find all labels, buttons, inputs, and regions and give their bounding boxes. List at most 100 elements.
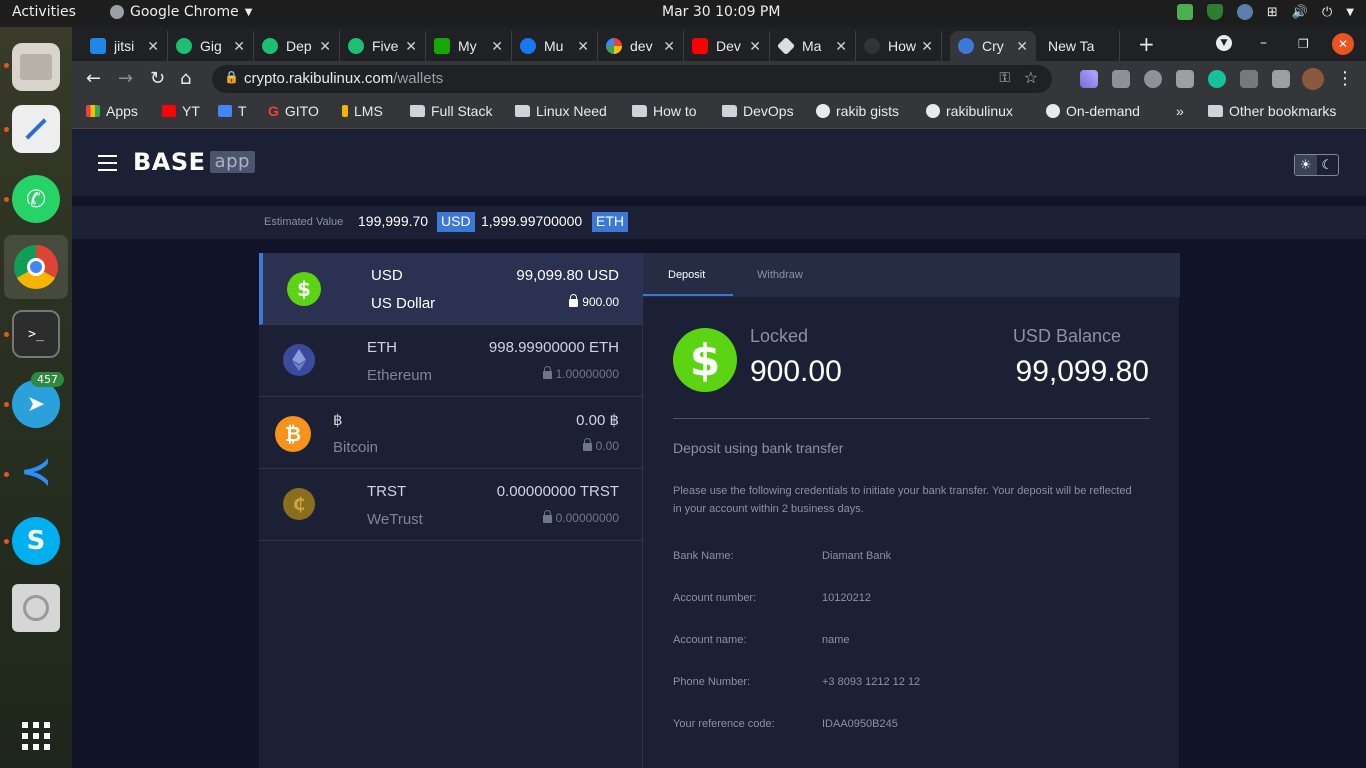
bookmark-on-demand[interactable]: On-demand [1046,103,1140,119]
tab-withdraw[interactable]: Withdraw [757,269,803,281]
wallet-row-trst[interactable]: ₵ TRST WeTrust 0.00000000 TRST 0.0000000… [259,469,642,541]
address-bar[interactable]: 🔒 crypto.rakibulinux.com/wallets ⚿ ☆ [212,65,1052,93]
browser-tab[interactable]: New Ta [1040,31,1120,61]
browser-tab[interactable]: How ✕ [856,31,942,61]
close-icon[interactable]: ✕ [921,38,933,55]
globe-icon[interactable] [1144,70,1162,88]
browser-tab-active[interactable]: Cry ✕ [950,31,1036,61]
field-value-account-name[interactable]: name [822,634,850,646]
close-icon[interactable]: ✕ [835,38,847,55]
security-icon[interactable] [1206,4,1223,20]
wallet-row-eth[interactable]: ETH Ethereum 998.99900000 ETH 1.00000000 [259,325,642,397]
bookmark-folder-how-to[interactable]: How to [632,103,697,119]
disk-icon[interactable] [12,584,60,632]
volume-icon[interactable]: 🔊 [1292,5,1308,20]
vscode-icon[interactable]: ≺ [12,447,60,495]
browser-tab[interactable]: Gig ✕ [168,31,254,61]
puzzle-icon[interactable] [1272,70,1290,88]
bookmark-star-icon[interactable]: ☆ [1024,68,1038,88]
browser-tab[interactable]: Ma ✕ [770,31,856,61]
close-icon[interactable]: ✕ [319,38,331,55]
lock-icon[interactable]: 🔒 [224,70,239,84]
avatar[interactable] [1302,68,1324,90]
theme-toggle[interactable]: ☀ ☾ [1294,154,1339,176]
grammarly-icon[interactable] [1208,70,1226,88]
app-logo[interactable]: BASE app [133,148,255,176]
tab-deposit[interactable]: Deposit [668,269,705,281]
tab-favicon-icon [176,38,192,54]
home-icon[interactable]: ⌂ [180,68,191,89]
browser-tab[interactable]: Five ✕ [340,31,426,61]
close-icon[interactable]: ✕ [491,38,503,55]
bookmarks-overflow-button[interactable]: » [1176,103,1184,119]
wallet-locked: 900.00 [569,294,619,309]
wallet-list: $ USD US Dollar 99,099.80 USD 900.00 ETH… [259,253,642,768]
new-tab-button[interactable]: + [1138,32,1155,56]
key-icon[interactable]: ⚿ [999,69,1010,86]
bookmark-lms[interactable]: LMS [342,103,383,119]
bookmark-yt[interactable]: YT [162,103,200,119]
field-value-account-number[interactable]: 10120212 [822,592,871,604]
text-editor-icon[interactable] [12,105,60,153]
browser-tab[interactable]: Dev ✕ [684,31,770,61]
extension-feather-icon[interactable] [1080,70,1098,88]
weather-icon[interactable] [1236,4,1253,20]
sun-icon[interactable]: ☀ [1295,155,1317,175]
field-value-phone-number[interactable]: +3 8093 1212 12 12 [822,676,920,688]
moon-icon[interactable]: ☾ [1317,155,1339,175]
show-apps-icon[interactable] [12,712,60,760]
close-icon[interactable]: ✕ [577,38,589,55]
maximize-button[interactable]: ❐ [1298,37,1309,51]
browser-tab[interactable]: My ✕ [426,31,512,61]
system-tray[interactable]: ⊞ 🔊 ⏻ ▼ [1176,4,1354,20]
more-menu-icon[interactable]: ⋮ [1336,68,1354,89]
hamburger-menu-icon[interactable] [98,155,117,171]
bookmark-rakib-gists[interactable]: rakib gists [816,103,899,119]
close-icon[interactable]: ✕ [147,38,159,55]
field-value-bank-name[interactable]: Diamant Bank [822,550,891,562]
activities-button[interactable]: Activities [12,4,76,20]
reload-icon[interactable]: ↻ [150,68,165,89]
bookmark-gito[interactable]: G GITO [268,103,319,119]
screenshot-icon[interactable] [1112,70,1130,88]
files-icon[interactable] [12,43,60,91]
close-icon[interactable]: ✕ [663,38,675,55]
wallet-row-usd[interactable]: $ USD US Dollar 99,099.80 USD 900.00 [259,253,642,325]
field-value-reference-code[interactable]: IDAA0950B245 [822,718,898,730]
eyedropper-icon[interactable] [1176,70,1194,88]
close-window-button[interactable]: ✕ [1332,33,1354,55]
network-icon[interactable]: ⊞ [1267,5,1278,20]
bookmark-folder-linux-need[interactable]: Linux Need [515,103,607,119]
app-menu[interactable]: Google Chrome ▼ [110,4,252,20]
close-icon[interactable]: ✕ [749,38,761,55]
bookmark-folder-devops[interactable]: DevOps [722,103,794,119]
browser-tab[interactable]: Dep ✕ [254,31,340,61]
whatsapp-icon[interactable]: ✆ [12,175,60,223]
close-icon[interactable]: ✕ [1016,38,1028,55]
power-icon[interactable]: ⏻ [1322,5,1332,20]
tab-search-icon[interactable]: ▼ [1216,35,1232,51]
shield-check-icon[interactable] [1176,4,1193,20]
forward-icon[interactable]: → [118,68,133,89]
browser-tab[interactable]: Mu ✕ [512,31,598,61]
skype-icon[interactable]: S [12,517,60,565]
bookmark-folder-full-stack[interactable]: Full Stack [410,103,492,119]
bookmark-folder-other-bookmarks[interactable]: Other bookmarks [1208,103,1336,119]
close-icon[interactable]: ✕ [405,38,417,55]
browser-toolbar: ← → ↻ ⌂ 🔒 crypto.rakibulinux.com/wallets… [72,61,1366,97]
clock[interactable]: Mar 30 10:09 PM [662,4,780,20]
bookmark-t[interactable]: T [218,103,247,119]
close-icon[interactable]: ✕ [233,38,245,55]
chrome-dock-icon[interactable] [4,235,68,299]
extension-icon[interactable] [1240,70,1258,88]
browser-tab[interactable]: jitsi ✕ [82,31,168,61]
wallet-row-btc[interactable]: ₿ ฿ Bitcoin 0.00 ฿ 0.00 [259,397,642,469]
minimize-button[interactable]: – [1260,35,1267,51]
back-icon[interactable]: ← [86,68,101,89]
telegram-icon[interactable]: ➤ 457 [12,372,64,428]
browser-tab[interactable]: dev ✕ [598,31,684,61]
chevron-down-icon[interactable]: ▼ [1346,7,1354,18]
bookmark-rakibulinux[interactable]: rakibulinux [926,103,1013,119]
bookmark-apps[interactable]: Apps [86,103,138,119]
terminal-icon[interactable]: >_ [12,310,60,358]
